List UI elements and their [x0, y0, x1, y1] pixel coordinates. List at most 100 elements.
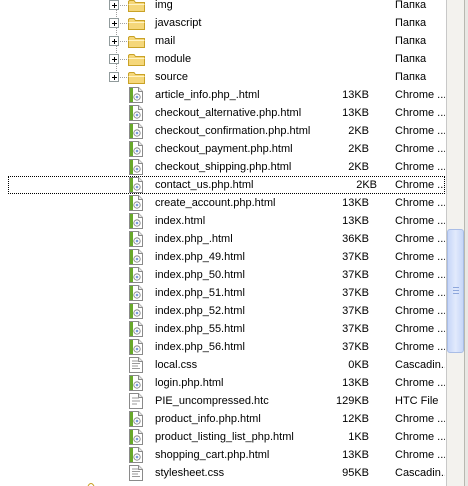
file-name: source — [155, 71, 189, 83]
html-file-icon — [129, 447, 143, 463]
scrollbar-grip-line — [453, 293, 459, 294]
tree-folder-row[interactable]: javascript Папка — [0, 14, 446, 32]
html-file-icon — [129, 177, 143, 193]
tree-file-row[interactable]: contact_us.php.html 2KB Chrome ... — [8, 176, 445, 194]
file-size: 13KB — [342, 449, 369, 461]
file-type: Папка — [395, 17, 427, 29]
tree-folder-row[interactable]: module Папка — [0, 50, 446, 68]
scrollbar-thumb[interactable] — [447, 229, 464, 353]
file-name: img — [155, 0, 173, 11]
tree-file-row[interactable]: index.php_56.html 37KB Chrome ... — [0, 338, 446, 356]
file-name: login.php.html — [155, 377, 224, 389]
file-type: Chrome ... — [395, 143, 445, 155]
file-size: 13KB — [342, 377, 369, 389]
tree-file-row[interactable]: index.php_55.html 37KB Chrome ... — [0, 320, 446, 338]
plus-expander-icon[interactable] — [109, 36, 119, 46]
file-size: 37KB — [342, 341, 369, 353]
file-name: contact_us.php.html — [155, 179, 254, 191]
file-type: Папка — [395, 53, 427, 65]
file-type: Chrome ... — [395, 251, 445, 263]
tree-file-row[interactable]: index.php_.html 36KB Chrome ... — [0, 230, 446, 248]
file-name: local.css — [155, 359, 198, 371]
file-size: 13KB — [342, 197, 369, 209]
html-file-icon — [129, 303, 143, 319]
vertical-scrollbar[interactable] — [447, 0, 464, 486]
file-size: 2KB — [348, 125, 369, 137]
file-name: index.php_49.html — [155, 251, 245, 263]
file-type: Папка — [395, 71, 427, 83]
plus-expander-icon[interactable] — [109, 0, 119, 10]
tree-file-row[interactable]: create_account.php.html 13KB Chrome ... — [0, 194, 446, 212]
file-type: HTC File — [395, 395, 439, 407]
html-file-icon — [129, 105, 143, 121]
tree-file-row[interactable]: product_listing_list_php.html 1KB Chrome .… — [0, 428, 446, 446]
file-name: stylesheet.css — [155, 467, 225, 479]
tree-file-row[interactable]: index.html 13KB Chrome ... — [0, 212, 446, 230]
tree-file-row[interactable]: checkout_shipping.php.html 2KB Chrome ... — [0, 158, 446, 176]
tree-file-row[interactable]: login.php.html 13KB Chrome ... — [0, 374, 446, 392]
folder-icon — [128, 72, 145, 84]
tree-file-row[interactable]: checkout_payment.php.html 2KB Chrome ... — [0, 140, 446, 158]
file-name: checkout_payment.php.html — [155, 143, 293, 155]
file-size: 2KB — [348, 161, 369, 173]
file-name: module — [155, 53, 192, 65]
html-file-icon — [129, 285, 143, 301]
plus-expander-icon[interactable] — [109, 18, 119, 28]
tree-file-row[interactable]: local.css 0KB Cascadin... — [0, 356, 446, 374]
file-type: Chrome ... — [395, 197, 445, 209]
file-size: 13KB — [342, 107, 369, 119]
file-size: 37KB — [342, 305, 369, 317]
file-size: 12KB — [342, 413, 369, 425]
tree-node-stub-icon — [87, 483, 95, 486]
tree-folder-row[interactable]: source Папка — [0, 68, 446, 86]
css-file-icon — [129, 465, 143, 481]
file-type: Chrome ... — [395, 449, 445, 461]
scrollbar-grip-line — [453, 290, 459, 291]
tree-folder-row[interactable]: img Папка — [0, 0, 446, 14]
plus-expander-icon[interactable] — [109, 72, 119, 82]
html-file-icon — [129, 321, 143, 337]
folder-icon — [128, 0, 145, 12]
file-type: Chrome ... — [395, 179, 445, 191]
css-file-icon — [129, 357, 143, 373]
tree-file-row[interactable]: shopping_cart.php.html 13KB Chrome ... — [0, 446, 446, 464]
file-size: 36KB — [342, 233, 369, 245]
file-size: 13KB — [342, 89, 369, 101]
tree-file-row[interactable]: checkout_confirmation.php.html 2KB Chrome … — [0, 122, 446, 140]
html-file-icon — [129, 213, 143, 229]
file-type: Chrome ... — [395, 377, 445, 389]
file-name: index.html — [155, 215, 206, 227]
folder-icon — [128, 54, 145, 66]
file-size: 37KB — [342, 323, 369, 335]
file-type: Chrome ... — [395, 305, 445, 317]
tree-file-row[interactable]: stylesheet.css 95KB Cascadin... — [0, 464, 446, 482]
file-size: 0KB — [348, 359, 369, 371]
tree-folder-row[interactable]: mail Папка — [0, 32, 446, 50]
tree-file-row[interactable]: PIE_uncompressed.htc 129KB HTC File — [0, 392, 446, 410]
file-type: Chrome ... — [395, 107, 445, 119]
tree-file-row[interactable]: product_info.php.html 12KB Chrome ... — [0, 410, 446, 428]
htc-file-icon — [129, 393, 143, 409]
file-name: product_listing_list_php.html — [155, 431, 294, 443]
file-type: Chrome ... — [395, 125, 445, 137]
file-type: Chrome ... — [395, 287, 445, 299]
html-file-icon — [129, 231, 143, 247]
file-type: Chrome ... — [395, 413, 445, 425]
tree-file-row[interactable]: article_info.php_.html 13KB Chrome ... — [0, 86, 446, 104]
scrollbar-grip-line — [453, 287, 459, 288]
file-name: javascript — [155, 17, 202, 29]
file-name: index.php_51.html — [155, 287, 245, 299]
tree-file-row[interactable]: index.php_50.html 37KB Chrome ... — [0, 266, 446, 284]
html-file-icon — [129, 195, 143, 211]
file-type: Папка — [395, 0, 427, 11]
tree-file-row[interactable]: index.php_49.html 37KB Chrome ... — [0, 248, 446, 266]
file-size: 37KB — [342, 287, 369, 299]
folder-icon — [128, 18, 145, 30]
html-file-icon — [129, 411, 143, 427]
plus-expander-icon[interactable] — [109, 54, 119, 64]
file-size: 37KB — [342, 251, 369, 263]
tree-file-row[interactable]: index.php_51.html 37KB Chrome ... — [0, 284, 446, 302]
tree-file-row[interactable]: checkout_alternative.php.html 13KB Chrome … — [0, 104, 446, 122]
file-type: Chrome ... — [395, 89, 445, 101]
tree-file-row[interactable]: index.php_52.html 37KB Chrome ... — [0, 302, 446, 320]
